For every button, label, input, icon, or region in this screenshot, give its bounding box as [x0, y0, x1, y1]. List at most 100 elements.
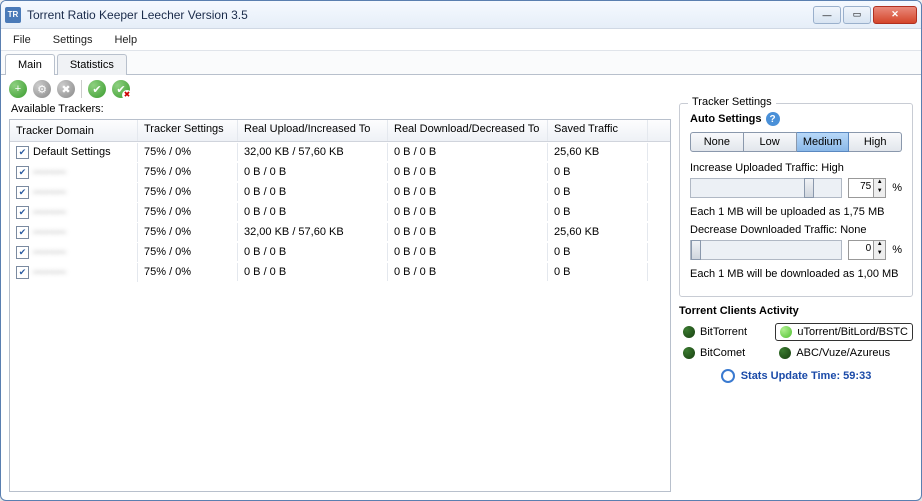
decrease-slider-thumb[interactable] [691, 240, 701, 260]
decrease-slider[interactable] [690, 240, 842, 260]
row-checkbox[interactable]: ✔ [16, 186, 29, 199]
row-checkbox[interactable]: ✔ [16, 166, 29, 179]
upload-cell: 0 B / 0 B [238, 163, 388, 181]
saved-cell: 25,60 KB [548, 143, 648, 161]
saved-cell: 0 B [548, 263, 648, 281]
row-checkbox[interactable]: ✔ [16, 246, 29, 259]
tracker-settings-panel: Tracker Settings Auto Settings ? None Lo… [679, 103, 913, 297]
table-row[interactable]: ✔———75% / 0%32,00 KB / 57,60 KB0 B / 0 B… [10, 222, 670, 242]
increase-slider[interactable] [690, 178, 842, 198]
saved-cell: 0 B [548, 243, 648, 261]
tracker-settings-legend: Tracker Settings [688, 96, 776, 108]
increase-up[interactable]: ▲ [874, 179, 885, 188]
minimize-button[interactable]: — [813, 6, 841, 24]
app-icon: TR [5, 7, 21, 23]
delete-button[interactable]: ✖ [57, 80, 75, 98]
tracker-settings-cell: 75% / 0% [138, 203, 238, 221]
level-medium[interactable]: Medium [797, 132, 850, 152]
increase-value[interactable]: 75 [849, 179, 873, 197]
level-none[interactable]: None [690, 132, 744, 152]
tab-bar: Main Statistics [1, 51, 921, 75]
upload-cell: 0 B / 0 B [238, 263, 388, 281]
download-cell: 0 B / 0 B [388, 143, 548, 161]
menu-help[interactable]: Help [110, 32, 141, 48]
row-checkbox[interactable]: ✔ [16, 266, 29, 279]
level-low[interactable]: Low [744, 132, 797, 152]
row-checkbox[interactable]: ✔ [16, 146, 29, 159]
row-checkbox[interactable]: ✔ [16, 206, 29, 219]
client-item[interactable]: BitTorrent [679, 323, 769, 341]
tracker-domain: Default Settings [33, 146, 111, 158]
col-upload[interactable]: Real Upload/Increased To [238, 120, 388, 141]
saved-cell: 25,60 KB [548, 223, 648, 241]
tracker-domain: ——— [33, 186, 66, 198]
disable-button[interactable]: ✔ [112, 80, 130, 98]
enable-button[interactable]: ✔ [88, 80, 106, 98]
tab-main[interactable]: Main [5, 54, 55, 75]
increase-spinner[interactable]: 75 ▲▼ [848, 178, 886, 198]
decrease-spinner[interactable]: 0 ▲▼ [848, 240, 886, 260]
download-cell: 0 B / 0 B [388, 263, 548, 281]
decrease-up[interactable]: ▲ [874, 241, 885, 250]
menu-file[interactable]: File [9, 32, 35, 48]
auto-level-group: None Low Medium High [690, 132, 902, 152]
upload-cell: 32,00 KB / 57,60 KB [238, 143, 388, 161]
app-window: TR Torrent Ratio Keeper Leecher Version … [0, 0, 922, 501]
status-led-icon [683, 326, 695, 338]
client-name: ABC/Vuze/Azureus [796, 347, 890, 359]
table-row[interactable]: ✔———75% / 0%0 B / 0 B0 B / 0 B0 B [10, 182, 670, 202]
tracker-domain: ——— [33, 246, 66, 258]
saved-cell: 0 B [548, 203, 648, 221]
decrease-pct: % [892, 244, 902, 256]
add-button[interactable]: + [9, 80, 27, 98]
increase-pct: % [892, 182, 902, 194]
table-row[interactable]: ✔ Default Settings 75% / 0%32,00 KB / 57,6… [10, 142, 670, 162]
maximize-button[interactable]: ▭ [843, 6, 871, 24]
client-item[interactable]: uTorrent/BitLord/BSTC [775, 323, 913, 341]
col-saved[interactable]: Saved Traffic [548, 120, 648, 141]
window-title: Torrent Ratio Keeper Leecher Version 3.5 [27, 8, 813, 22]
client-item[interactable]: BitComet [679, 345, 769, 361]
tracker-settings-cell: 75% / 0% [138, 263, 238, 281]
decrease-down[interactable]: ▼ [874, 250, 885, 259]
auto-settings-label: Auto Settings [690, 113, 762, 125]
tab-statistics[interactable]: Statistics [57, 54, 127, 75]
clients-title: Torrent Clients Activity [679, 305, 913, 317]
tracker-settings-cell: 75% / 0% [138, 143, 238, 161]
row-checkbox[interactable]: ✔ [16, 226, 29, 239]
tracker-settings-cell: 75% / 0% [138, 163, 238, 181]
status-led-icon [683, 347, 695, 359]
col-domain[interactable]: Tracker Domain [10, 120, 138, 141]
saved-cell: 0 B [548, 163, 648, 181]
tracker-domain: ——— [33, 206, 66, 218]
table-row[interactable]: ✔———75% / 0%0 B / 0 B0 B / 0 B0 B [10, 242, 670, 262]
refresh-icon[interactable] [721, 369, 735, 383]
clients-panel: Torrent Clients Activity BitTorrent uTorr… [679, 303, 913, 383]
tracker-domain: ——— [33, 266, 66, 278]
menubar: File Settings Help [1, 29, 921, 51]
download-cell: 0 B / 0 B [388, 243, 548, 261]
decrease-label: Decrease Downloaded Traffic: None [690, 224, 902, 236]
table-row[interactable]: ✔———75% / 0%0 B / 0 B0 B / 0 B0 B [10, 162, 670, 182]
col-settings[interactable]: Tracker Settings [138, 120, 238, 141]
info-icon[interactable]: ? [766, 112, 780, 126]
close-button[interactable]: ✕ [873, 6, 917, 24]
toolbar-separator [81, 80, 82, 98]
trackers-grid: Tracker Domain Tracker Settings Real Upl… [9, 119, 671, 492]
col-download[interactable]: Real Download/Decreased To [388, 120, 548, 141]
saved-cell: 0 B [548, 183, 648, 201]
settings-button[interactable]: ⚙ [33, 80, 51, 98]
table-row[interactable]: ✔———75% / 0%0 B / 0 B0 B / 0 B0 B [10, 202, 670, 222]
table-row[interactable]: ✔———75% / 0%0 B / 0 B0 B / 0 B0 B [10, 262, 670, 282]
decrease-value[interactable]: 0 [849, 241, 873, 259]
toolbar: + ⚙ ✖ ✔ ✔ [1, 75, 921, 103]
client-item[interactable]: ABC/Vuze/Azureus [775, 345, 913, 361]
menu-settings[interactable]: Settings [49, 32, 97, 48]
increase-slider-thumb[interactable] [804, 178, 814, 198]
increase-down[interactable]: ▼ [874, 188, 885, 197]
titlebar[interactable]: TR Torrent Ratio Keeper Leecher Version … [1, 1, 921, 29]
download-cell: 0 B / 0 B [388, 203, 548, 221]
tracker-domain: ——— [33, 166, 66, 178]
increase-hint: Each 1 MB will be uploaded as 1,75 MB [690, 206, 902, 218]
level-high[interactable]: High [849, 132, 902, 152]
